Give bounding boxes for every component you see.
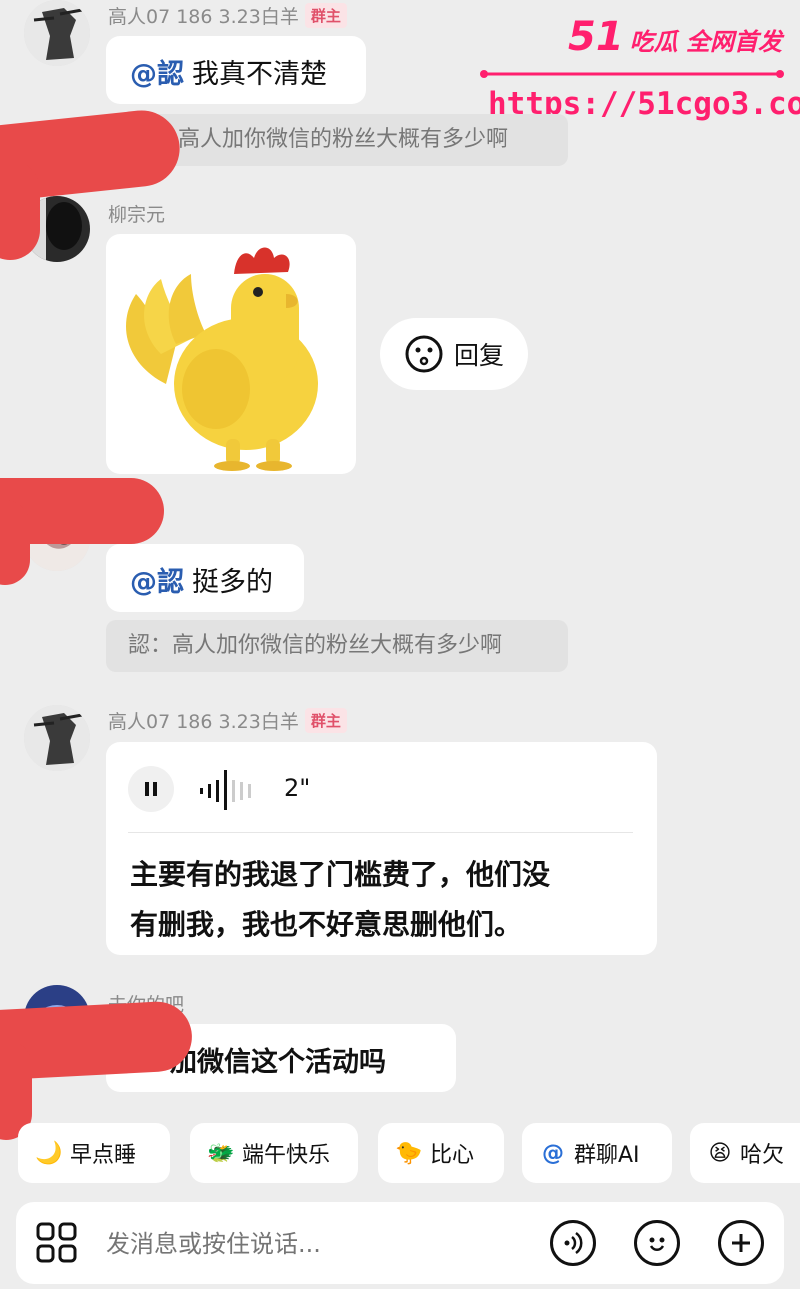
smiley-icon — [405, 335, 443, 373]
chip-label: 比心 — [430, 1143, 475, 1168]
moon-sleep-icon: 🌙 — [35, 1140, 63, 1166]
message-bubble[interactable]: @認 我真不清楚 — [106, 36, 366, 104]
chicken-sticker-icon — [126, 247, 318, 471]
duck-heart-icon: 🐤 — [395, 1140, 423, 1166]
sender-name: 高人07 186 3.23白羊 — [108, 711, 299, 733]
sticker-image[interactable] — [106, 234, 356, 474]
voice-button[interactable] — [550, 1220, 596, 1266]
message-text: 我真不清楚 — [192, 59, 327, 90]
sketch-avatar-icon — [24, 705, 90, 771]
sound-wave-icon — [564, 1231, 583, 1255]
dragon-icon: 🐲 — [207, 1140, 235, 1166]
quick-chip-dragonboat[interactable]: 🐲 端午快乐 — [190, 1123, 358, 1183]
sender-name: 高人07 186 3.23白羊 — [108, 6, 299, 28]
quoted-message[interactable]: 認：高人加你微信的粉丝大概有多少啊 — [106, 620, 568, 672]
voice-message-bubble[interactable]: 2" 主要有的我退了门槛费了，他们没 有删我，我也不好意思删他们。 — [106, 742, 657, 955]
chip-label: 端午快乐 — [242, 1143, 331, 1168]
emoji-button[interactable] — [634, 1220, 680, 1266]
sender-name: 柳宗元 — [108, 204, 166, 226]
transcript-line: 有删我，我也不好意思删他们。 — [130, 908, 523, 941]
sender-row: 高人07 186 3.23白羊 群主 — [108, 2, 347, 29]
quick-chip-yawn[interactable]: 😫 哈欠 — [690, 1123, 800, 1183]
quick-chip-sleep[interactable]: 🌙 早点睡 — [18, 1123, 170, 1183]
mention-link[interactable]: @認 — [130, 59, 184, 90]
sketch-avatar-icon — [24, 0, 90, 66]
smiley-icon — [649, 1237, 665, 1251]
reply-label: 回复 — [453, 341, 504, 370]
message-input[interactable] — [104, 1220, 528, 1268]
message-text: 挺多的 — [192, 567, 273, 598]
quick-chip-groupai[interactable]: @ 群聊AI — [522, 1123, 672, 1183]
avatar[interactable] — [24, 0, 90, 66]
plus-icon — [732, 1234, 750, 1252]
redaction-mark — [0, 160, 40, 260]
sender-row: 高人07 186 3.23白羊 群主 — [108, 707, 347, 734]
watermark-circuit-line — [480, 70, 784, 78]
message-text: 加微信这个活动吗 — [170, 1047, 386, 1078]
chip-label: 哈欠 — [739, 1143, 784, 1168]
owner-badge: 群主 — [304, 708, 347, 733]
quick-chip-heart[interactable]: 🐤 比心 — [378, 1123, 504, 1183]
watermark-number: 51 — [568, 14, 624, 60]
watermark-brand: 51 吃瓜 全网首发 — [568, 14, 782, 60]
apps-grid-icon[interactable] — [36, 1222, 78, 1264]
pause-button[interactable] — [128, 766, 174, 812]
watermark-text: 吃瓜 全网首发 — [629, 28, 783, 56]
voice-duration: 2" — [284, 774, 311, 802]
pause-icon — [145, 782, 157, 796]
mention-link[interactable]: @認 — [130, 567, 184, 598]
reply-button[interactable]: 回复 — [380, 318, 528, 390]
waveform-icon — [200, 770, 251, 810]
watermark: 51 吃瓜 全网首发 https://51cgo3.com — [480, 14, 800, 124]
avatar[interactable] — [24, 705, 90, 771]
divider — [128, 832, 633, 833]
message-bubble[interactable]: @認 挺多的 — [106, 544, 304, 612]
input-bar — [16, 1202, 784, 1284]
at-icon: @ — [542, 1140, 564, 1166]
sender-row: 柳宗元 — [108, 200, 165, 227]
voice-transcript: 主要有的我退了门槛费了，他们没 有删我，我也不好意思删他们。 — [130, 850, 550, 950]
redaction-mark — [0, 500, 30, 585]
add-button[interactable] — [718, 1220, 764, 1266]
chip-label: 群聊AI — [574, 1143, 640, 1168]
chip-label: 早点睡 — [70, 1143, 137, 1168]
owner-badge: 群主 — [304, 3, 347, 28]
yawn-emoji-icon: 😫 — [708, 1140, 732, 1166]
transcript-line: 主要有的我退了门槛费了，他们没 — [130, 858, 551, 891]
